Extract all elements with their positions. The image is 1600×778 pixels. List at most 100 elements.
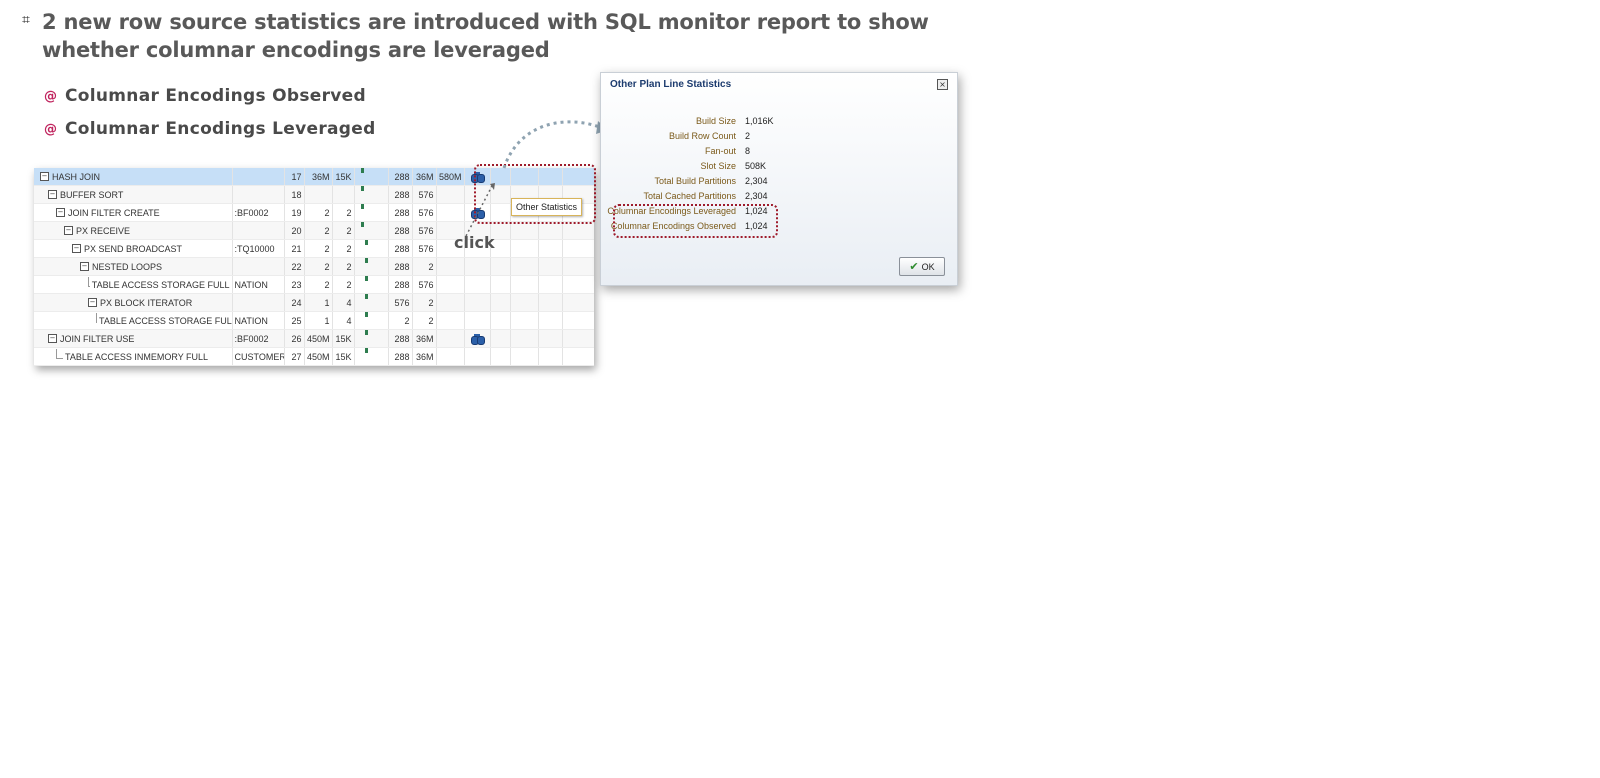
stat-value: 508K <box>745 161 767 171</box>
object-name-cell <box>232 221 285 240</box>
timeline-bar <box>364 257 368 263</box>
ok-button[interactable]: ✔ OK <box>899 257 945 276</box>
line-id-cell: 19 <box>284 203 305 222</box>
estimated-rows-cell: 2 <box>304 257 333 276</box>
empty-cell <box>510 221 539 240</box>
collapse-icon[interactable]: − <box>80 262 89 271</box>
collapse-icon[interactable]: − <box>40 172 49 181</box>
actual-rows-cell: 576 <box>412 221 437 240</box>
operation-label: NESTED LOOPS <box>92 261 163 272</box>
actual-rows-cell: 576 <box>412 203 437 222</box>
memory-cell <box>436 257 465 276</box>
collapse-icon[interactable]: − <box>48 190 57 199</box>
stat-value: 2,304 <box>745 191 768 201</box>
memory-cell <box>436 275 465 294</box>
executions-cell: 288 <box>388 203 413 222</box>
actual-rows-cell: 2 <box>412 311 437 330</box>
dialog-title: Other Plan Line Statistics <box>610 79 732 90</box>
cost-cell: 2 <box>332 239 355 258</box>
timeline-cell <box>354 168 389 186</box>
collapse-icon[interactable]: − <box>88 298 97 307</box>
executions-cell: 288 <box>388 347 413 366</box>
line-id-cell: 20 <box>284 221 305 240</box>
empty-cell <box>490 275 511 294</box>
cost-cell: 15K <box>332 329 355 348</box>
stat-label: Build Size <box>695 116 736 126</box>
bullet-label: Columnar Encodings Leveraged <box>65 119 376 139</box>
other-statistics-tooltip: Other Statistics <box>511 198 583 216</box>
timeline-cell <box>354 311 389 330</box>
memory-cell: 580M <box>436 168 465 186</box>
empty-cell <box>510 347 539 366</box>
cost-cell: 2 <box>332 257 355 276</box>
empty-cell <box>562 239 594 258</box>
close-icon[interactable]: × <box>937 79 948 90</box>
stat-row: Total Build Partitions 2,304 <box>601 176 957 191</box>
object-name-cell: :BF0002 <box>232 203 285 222</box>
table-row[interactable]: − PX SEND BROADCAST:TQ10000 21 2 2 288 576 <box>34 239 594 258</box>
sub-bullet-icon: @ <box>44 121 57 137</box>
collapse-icon[interactable]: − <box>64 226 73 235</box>
other-plan-line-statistics-dialog: Other Plan Line Statistics × Build Size 1… <box>600 72 958 286</box>
collapse-icon[interactable]: − <box>56 208 65 217</box>
line-id-cell: 24 <box>284 293 305 312</box>
empty-cell <box>538 221 563 240</box>
object-name-cell: CUSTOMER <box>232 347 285 366</box>
operation-label: PX RECEIVE <box>76 225 131 236</box>
empty-cell <box>562 221 594 240</box>
empty-cell <box>562 347 594 366</box>
table-row[interactable]: − PX BLOCK ITERATOR 24 1 4 576 2 <box>34 293 594 312</box>
timeline-bar <box>364 329 368 335</box>
cost-cell: 2 <box>332 203 355 222</box>
empty-cell <box>510 239 539 258</box>
slide-title: 2 new row source statistics are introduc… <box>42 10 929 62</box>
other-stats-cell <box>464 257 491 276</box>
sub-bullet-icon: @ <box>44 88 57 104</box>
line-id-cell: 17 <box>284 168 305 186</box>
stat-value: 1,016K <box>745 116 774 126</box>
empty-cell <box>538 311 563 330</box>
estimated-rows-cell: 450M <box>304 329 333 348</box>
tree-line <box>88 276 90 287</box>
bullet-item-leveraged: @ Columnar Encodings Leveraged <box>44 117 376 141</box>
estimated-rows-cell: 36M <box>304 168 333 186</box>
table-row[interactable]: − PX RECEIVE 20 2 2 288 576 <box>34 221 594 240</box>
table-row[interactable]: TABLE ACCESS STORAGE FULL NATION 23 2 2 288 57… <box>34 275 594 294</box>
timeline-bar <box>364 293 368 299</box>
actual-rows-cell: 2 <box>412 293 437 312</box>
actual-rows-cell: 576 <box>412 275 437 294</box>
table-row[interactable]: TABLE ACCESS STORAGE FULL NATION 25 1 4 2 2 <box>34 311 594 330</box>
cost-cell: 15K <box>332 168 355 186</box>
executions-cell: 288 <box>388 185 413 204</box>
actual-rows-cell: 36M <box>412 329 437 348</box>
actual-rows-cell: 576 <box>412 185 437 204</box>
operation-label: JOIN FILTER CREATE <box>68 207 160 218</box>
object-name-cell <box>232 257 285 276</box>
table-row[interactable]: − NESTED LOOPS 22 2 2 288 2 <box>34 257 594 276</box>
operation-label: HASH JOIN <box>52 171 101 182</box>
table-row[interactable]: TABLE ACCESS INMEMORY FULL CUSTOMER 27 450M… <box>34 347 594 366</box>
stat-label: Build Row Count <box>668 131 736 141</box>
memory-cell <box>436 347 465 366</box>
operation-label: TABLE ACCESS STORAGE FULL <box>91 279 230 290</box>
columnar-stats-highlight <box>613 204 778 238</box>
object-name-cell: :TQ10000 <box>232 239 285 258</box>
empty-cell <box>510 329 539 348</box>
timeline-bar <box>364 311 368 317</box>
estimated-rows-cell: 2 <box>304 221 333 240</box>
empty-cell <box>490 311 511 330</box>
executions-cell: 576 <box>388 293 413 312</box>
stat-value: 8 <box>745 146 751 156</box>
arrow-to-dialog <box>502 120 603 169</box>
collapse-icon[interactable]: − <box>48 334 57 343</box>
executions-cell: 288 <box>388 168 413 186</box>
binoculars-icon[interactable] <box>470 333 485 345</box>
line-id-cell: 26 <box>284 329 305 348</box>
empty-cell <box>538 347 563 366</box>
line-id-cell: 23 <box>284 275 305 294</box>
collapse-icon[interactable]: − <box>72 244 81 253</box>
object-name-cell <box>232 185 285 204</box>
table-row[interactable]: − JOIN FILTER USE:BF0002 26 450M 15K 288 36M <box>34 329 594 348</box>
timeline-cell <box>354 239 389 258</box>
other-stats-cell <box>464 311 491 330</box>
